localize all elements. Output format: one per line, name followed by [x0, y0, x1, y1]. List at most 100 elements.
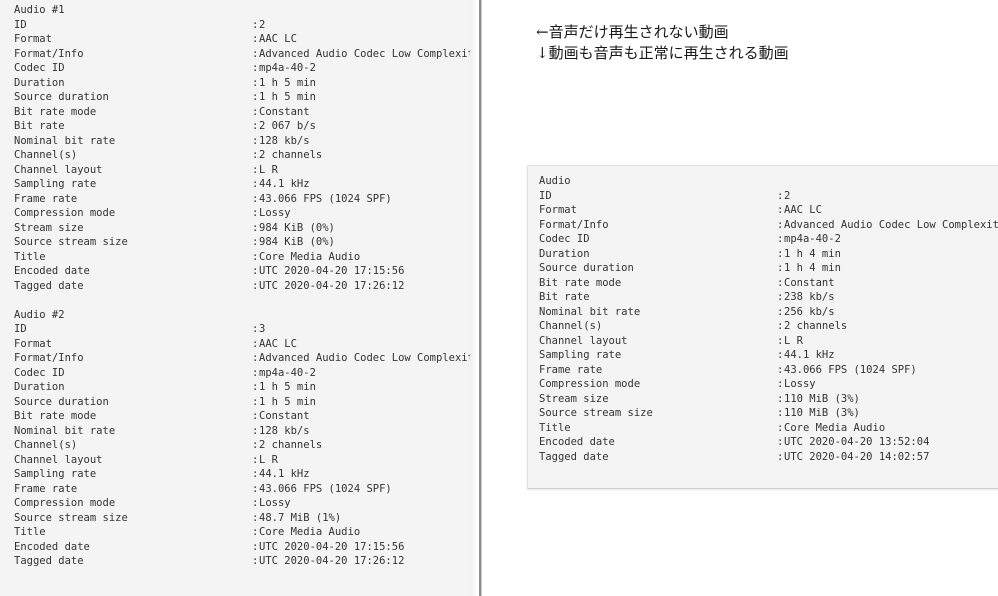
info-value: Lossy — [259, 207, 291, 219]
info-separator: : — [777, 233, 784, 245]
info-value: Lossy — [259, 497, 291, 509]
info-label: Source duration — [539, 262, 634, 274]
info-value: AAC LC — [259, 33, 297, 45]
info-label: Format — [14, 33, 52, 45]
info-row: Stream size:984 KiB (0%) — [14, 221, 464, 236]
info-row: Codec ID: mp4a-40-2 — [14, 366, 464, 381]
info-label: Codec ID — [14, 62, 65, 74]
info-label: Compression mode — [539, 378, 641, 390]
info-value: 1 h 4 min — [784, 247, 841, 260]
info-row: Codec ID: mp4a-40-2 — [14, 61, 464, 76]
info-row: Bit rate:238 kb/s — [539, 290, 998, 305]
info-separator: : — [777, 291, 784, 303]
info-separator: : — [252, 18, 259, 31]
info-label: Bit rate — [14, 120, 65, 132]
info-separator: : — [252, 511, 259, 524]
annotation-line-2: ↓動画も音声も正常に再生される動画 — [536, 44, 789, 62]
info-label: Format/Info — [539, 218, 609, 231]
info-separator: : — [252, 265, 259, 277]
info-separator: : — [252, 279, 259, 292]
info-value: 1 h 5 min — [259, 76, 316, 89]
info-separator: : — [252, 192, 259, 205]
info-value: 2 channels — [784, 320, 848, 332]
info-value: 984 KiB (0%) — [259, 221, 335, 234]
info-separator: : — [252, 149, 259, 161]
info-separator: : — [777, 378, 784, 390]
info-separator: : — [777, 450, 784, 463]
info-block-title: Audio #2 — [14, 308, 464, 323]
info-separator: : — [252, 250, 259, 263]
info-row: Tagged date: UTC 2020-04-20 14:02:57 — [539, 450, 998, 465]
info-value: 110 MiB (3%) — [784, 407, 860, 419]
info-label: Bit rate — [539, 291, 590, 303]
info-label: Encoded date — [539, 436, 615, 448]
info-value: 43.066 FPS (1024 SPF) — [259, 482, 392, 495]
info-row: Codec ID: mp4a-40-2 — [539, 232, 998, 247]
info-row: Encoded date: UTC 2020-04-20 13:52:04 — [539, 435, 998, 450]
info-value: 128 kb/s — [259, 134, 310, 147]
info-label: Frame rate — [14, 192, 78, 205]
info-row: ID:3 — [14, 322, 464, 337]
info-label: Codec ID — [14, 366, 65, 379]
info-row: Channel layout: L R — [14, 453, 464, 468]
annotation-line-1: ←音声だけ再生されない動画 — [536, 23, 729, 41]
info-row: Nominal bit rate:256 kb/s — [539, 305, 998, 320]
info-separator: : — [777, 204, 784, 216]
info-separator: : — [252, 366, 259, 379]
info-label: Channel(s) — [14, 149, 78, 161]
info-label: Stream size — [539, 392, 609, 405]
info-value: 1 h 5 min — [259, 395, 316, 408]
info-label: ID — [14, 323, 27, 335]
info-separator: : — [777, 262, 784, 274]
info-label: Encoded date — [14, 265, 90, 277]
info-separator: : — [777, 247, 784, 260]
info-row: Title: Core Media Audio — [539, 421, 998, 436]
info-separator: : — [252, 337, 259, 350]
info-value: Core Media Audio — [259, 250, 361, 263]
info-row: Channel(s):2 channels — [539, 319, 998, 334]
info-block: Audio #2 ID:3 Format: AAC LC Format/Info: Adv… — [14, 308, 470, 569]
info-separator: : — [252, 62, 259, 74]
info-label: Source stream size — [539, 407, 653, 419]
info-separator: : — [252, 47, 259, 60]
info-separator: : — [252, 120, 259, 132]
info-separator: : — [252, 526, 259, 538]
info-row: ID:2 — [14, 18, 464, 33]
left-media-info-content: Audio #1 ID:2 Format: AAC LC Format/Info: Adv… — [14, 3, 470, 569]
info-separator: : — [777, 407, 784, 419]
info-block-title: Audio — [539, 174, 998, 189]
info-separator: : — [252, 134, 259, 147]
annotation-text: ←音声だけ再生されない動画 ↓動画も音声も正常に再生される動画 — [536, 22, 789, 64]
info-label: Nominal bit rate — [14, 424, 116, 437]
info-label: Audio #2 — [14, 308, 65, 321]
info-row: Channel(s):2 channels — [14, 148, 464, 163]
info-value: Lossy — [784, 378, 816, 390]
info-separator: : — [252, 497, 259, 509]
info-separator: : — [252, 221, 259, 234]
info-value: mp4a-40-2 — [259, 366, 316, 379]
info-value: Constant — [259, 410, 310, 422]
info-row: Tagged date: UTC 2020-04-20 17:26:12 — [14, 279, 464, 294]
info-value: 2 — [259, 18, 266, 31]
info-value: 48.7 MiB (1%) — [259, 511, 342, 524]
info-value: UTC 2020-04-20 17:15:56 — [259, 265, 405, 277]
right-area: ←音声だけ再生されない動画 ↓動画も音声も正常に再生される動画 Audio ID:2… — [482, 0, 998, 596]
info-separator: : — [252, 352, 259, 364]
info-value: Advanced Audio Codec Low Complexity — [259, 47, 470, 60]
left-panel-scrollbar[interactable] — [470, 0, 479, 596]
info-value: 44.1 kHz — [259, 178, 310, 190]
info-row: Sampling rate:44.1 kHz — [539, 348, 998, 363]
info-value: 3 — [259, 323, 266, 335]
info-label: Tagged date — [539, 450, 609, 463]
info-value: 110 MiB (3%) — [784, 392, 860, 405]
info-separator: : — [777, 276, 784, 289]
info-label: Duration — [14, 76, 65, 89]
info-row: Sampling rate:44.1 kHz — [14, 177, 464, 192]
info-label: Duration — [539, 247, 590, 260]
info-value: 2 channels — [259, 439, 323, 451]
info-separator: : — [252, 381, 259, 393]
info-separator: : — [252, 439, 259, 451]
info-row: Duration:1 h 5 min — [14, 76, 464, 91]
info-value: 1 h 4 min — [784, 262, 841, 274]
